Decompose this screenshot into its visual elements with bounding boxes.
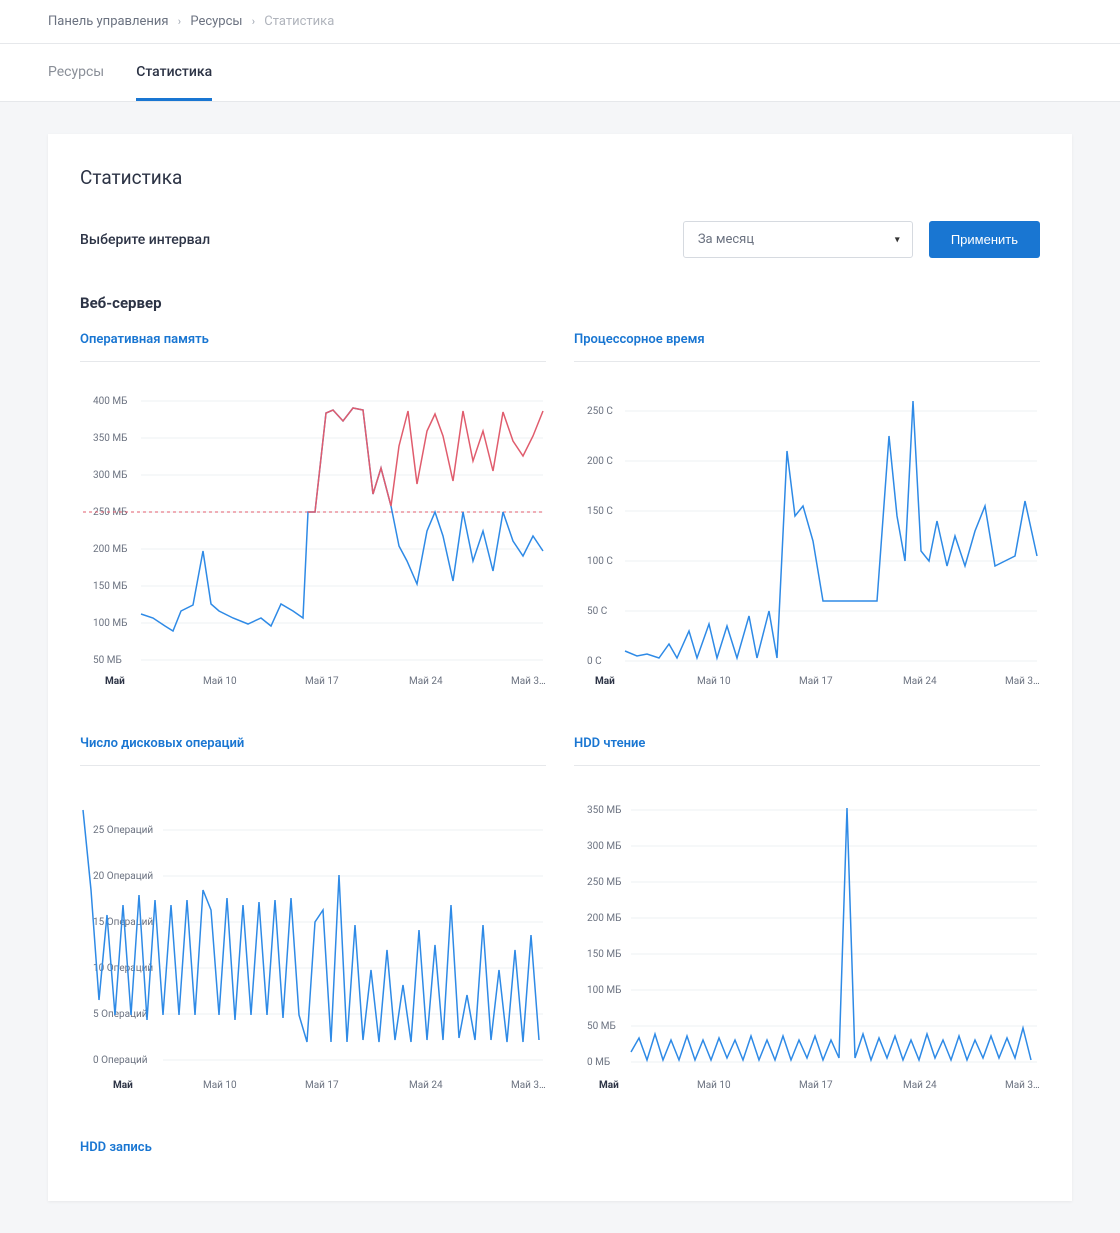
chevron-right-icon: › — [252, 15, 255, 28]
svg-text:Май 24: Май 24 — [903, 676, 937, 687]
chart-hddread-svg: 350 МБ 300 МБ 250 МБ 200 МБ 150 МБ 100 М… — [574, 790, 1040, 1100]
svg-text:150 С: 150 С — [587, 506, 613, 517]
svg-text:Май 3…: Май 3… — [1005, 676, 1040, 687]
apply-button[interactable]: Применить — [929, 221, 1040, 258]
section-webserver: Веб-сервер — [80, 294, 1040, 312]
breadcrumb-item-resources[interactable]: Ресурсы — [190, 14, 242, 29]
chart-diskops-title[interactable]: Число дисковых операций — [80, 736, 546, 751]
svg-text:0 МБ: 0 МБ — [587, 1057, 610, 1068]
cpu-line — [625, 401, 1037, 658]
svg-text:250 МБ: 250 МБ — [93, 507, 127, 518]
svg-text:Май 24: Май 24 — [903, 1080, 937, 1091]
interval-select-value: За месяц — [698, 232, 754, 247]
ram-red-line — [308, 408, 543, 512]
svg-text:Май 17: Май 17 — [305, 1080, 339, 1091]
chart-hddwrite-title[interactable]: HDD запись — [80, 1140, 546, 1155]
svg-text:Май 3…: Май 3… — [511, 676, 546, 687]
svg-text:20 Операций: 20 Операций — [93, 871, 153, 882]
chart-diskops: Число дисковых операций 25 Операций 20 О… — [80, 736, 546, 1100]
caret-down-icon: ▾ — [895, 234, 900, 245]
ram-blue-line — [141, 408, 543, 631]
svg-text:Май: Май — [113, 1079, 133, 1091]
breadcrumb: Панель управления › Ресурсы › Статистика — [0, 0, 1120, 44]
breadcrumb-item-current: Статистика — [264, 14, 334, 29]
svg-text:150 МБ: 150 МБ — [587, 949, 621, 960]
svg-text:Май: Май — [105, 675, 125, 687]
svg-text:0 С: 0 С — [587, 656, 602, 667]
svg-text:350 МБ: 350 МБ — [587, 805, 621, 816]
chart-ram-svg: 400 МБ 350 МБ 300 МБ 250 МБ 200 МБ 150 М… — [80, 386, 546, 696]
chart-cpu: Процессорное время 250 С 200 С 150 С 100… — [574, 332, 1040, 696]
svg-text:15 Операций: 15 Операций — [93, 917, 153, 928]
svg-text:Май: Май — [595, 675, 615, 687]
svg-text:Май 10: Май 10 — [697, 1080, 731, 1091]
chart-diskops-svg: 25 Операций 20 Операций 15 Операций 10 О… — [80, 790, 546, 1100]
chart-grid: Оперативная память 400 МБ 350 МБ — [80, 332, 1040, 1169]
svg-text:250 МБ: 250 МБ — [587, 877, 621, 888]
chart-cpu-title[interactable]: Процессорное время — [574, 332, 1040, 347]
svg-text:200 МБ: 200 МБ — [587, 913, 621, 924]
tabs: Ресурсы Статистика — [0, 44, 1120, 102]
chart-cpu-svg: 250 С 200 С 150 С 100 С 50 С 0 С Май Май… — [574, 386, 1040, 696]
chart-ram-title[interactable]: Оперативная память — [80, 332, 546, 347]
svg-text:Май 10: Май 10 — [203, 676, 237, 687]
svg-text:Май: Май — [599, 1079, 619, 1091]
svg-text:Май 17: Май 17 — [305, 676, 339, 687]
chart-ram: Оперативная память 400 МБ 350 МБ — [80, 332, 546, 696]
svg-text:Май 17: Май 17 — [799, 1080, 833, 1091]
svg-text:0 Операций: 0 Операций — [93, 1055, 148, 1066]
svg-text:150 МБ: 150 МБ — [93, 581, 127, 592]
chevron-right-icon: › — [178, 15, 181, 28]
svg-text:200 МБ: 200 МБ — [93, 544, 127, 555]
chart-hddwrite: HDD запись — [80, 1140, 546, 1169]
interval-row: Выберите интервал За месяц ▾ Применить — [80, 221, 1040, 258]
svg-text:50 С: 50 С — [587, 606, 608, 617]
svg-text:Май 10: Май 10 — [203, 1080, 237, 1091]
svg-text:Май 24: Май 24 — [409, 1080, 443, 1091]
svg-text:400 МБ: 400 МБ — [93, 396, 127, 407]
content-panel: Статистика Выберите интервал За месяц ▾ … — [48, 134, 1072, 1201]
chart-hddread: HDD чтение 350 МБ 300 МБ 250 — [574, 736, 1040, 1100]
svg-text:5 Операций: 5 Операций — [93, 1009, 148, 1020]
svg-text:300 МБ: 300 МБ — [93, 470, 127, 481]
svg-text:25 Операций: 25 Операций — [93, 825, 153, 836]
svg-text:Май 3…: Май 3… — [1005, 1080, 1040, 1091]
svg-text:300 МБ: 300 МБ — [587, 841, 621, 852]
tab-stats[interactable]: Статистика — [136, 44, 212, 101]
svg-text:50 МБ: 50 МБ — [587, 1021, 616, 1032]
breadcrumb-item-dashboard[interactable]: Панель управления — [48, 14, 169, 29]
page-title: Статистика — [80, 166, 1040, 189]
tab-resources[interactable]: Ресурсы — [48, 44, 104, 101]
svg-text:50 МБ: 50 МБ — [93, 655, 122, 666]
svg-text:100 МБ: 100 МБ — [587, 985, 621, 996]
svg-text:100 МБ: 100 МБ — [93, 618, 127, 629]
svg-text:Май 24: Май 24 — [409, 676, 443, 687]
interval-select[interactable]: За месяц ▾ — [683, 221, 913, 258]
svg-text:350 МБ: 350 МБ — [93, 433, 127, 444]
svg-text:200 С: 200 С — [587, 456, 613, 467]
svg-text:100 С: 100 С — [587, 556, 613, 567]
interval-label: Выберите интервал — [80, 232, 210, 248]
svg-text:Май 3…: Май 3… — [511, 1080, 546, 1091]
svg-text:Май 17: Май 17 — [799, 676, 833, 687]
interval-controls: За месяц ▾ Применить — [683, 221, 1040, 258]
chart-hddread-title[interactable]: HDD чтение — [574, 736, 1040, 751]
svg-text:250 С: 250 С — [587, 406, 613, 417]
svg-text:Май 10: Май 10 — [697, 676, 731, 687]
